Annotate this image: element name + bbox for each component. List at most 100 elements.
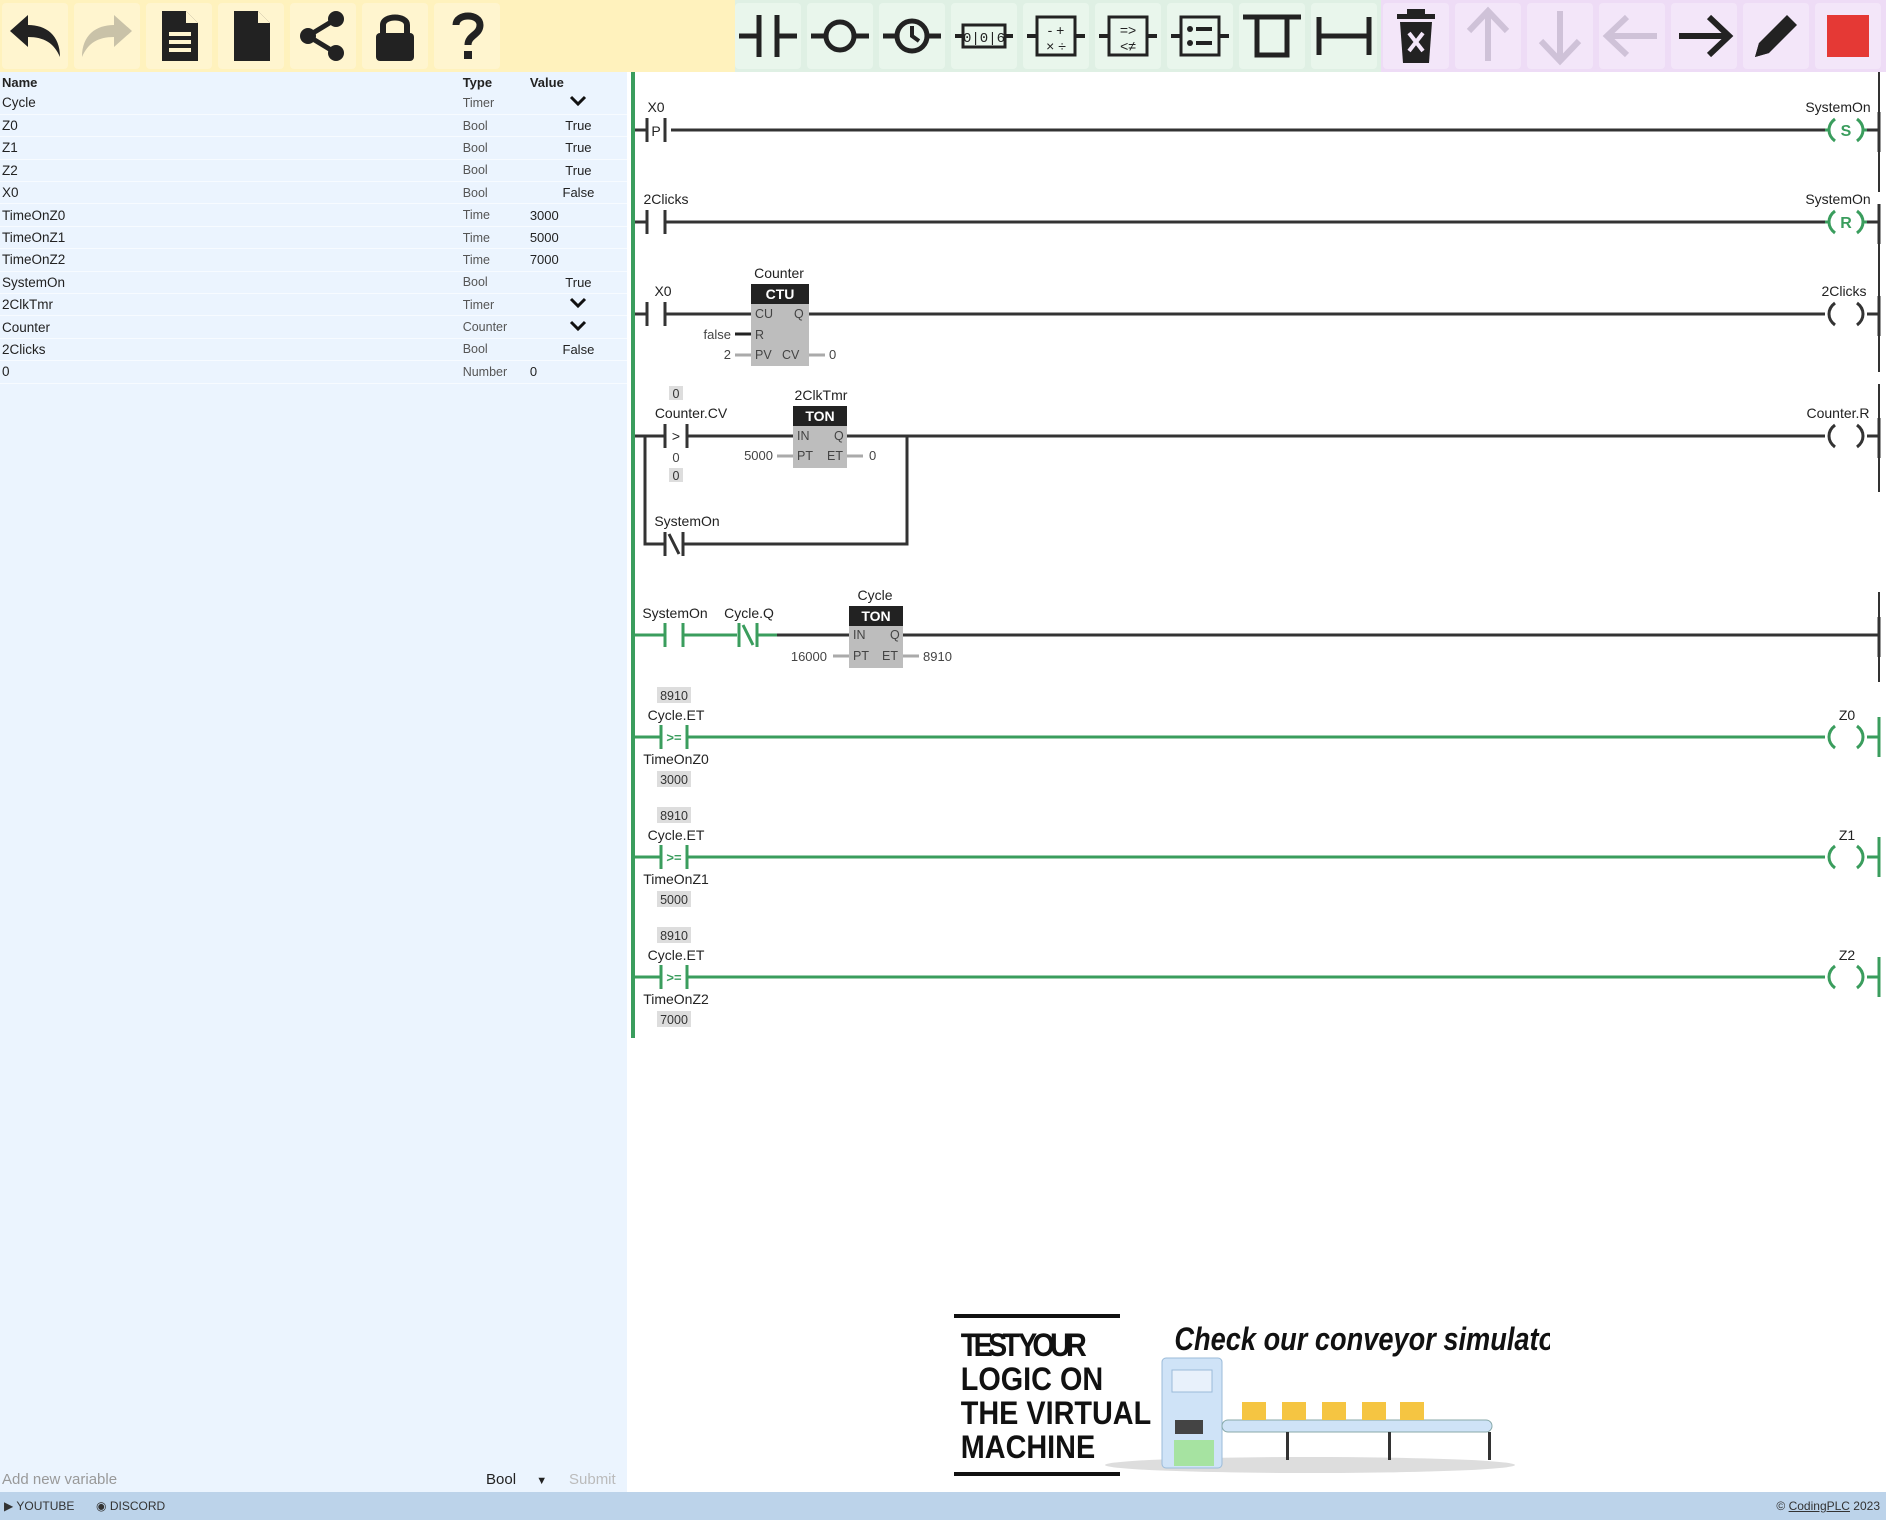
rung-3[interactable]: X0 Counter CTU CU Q R PV CV false 2 0 2C…: [635, 265, 1881, 366]
youtube-link[interactable]: ▶ YOUTUBE: [4, 1499, 74, 1513]
chevron-down-icon[interactable]: [569, 320, 587, 335]
help-button[interactable]: [434, 3, 500, 69]
variable-value[interactable]: True: [527, 136, 627, 160]
rung-4-coil[interactable]: [1827, 423, 1865, 449]
rung-2[interactable]: 2Clicks R SystemOn: [635, 191, 1881, 244]
chevron-down-icon[interactable]: [569, 95, 587, 110]
variable-row[interactable]: TimeOnZ1 Time 5000: [0, 226, 627, 250]
rung-1-coil-label: SystemOn: [1805, 99, 1870, 115]
rung-6[interactable]: 8910 Cycle.ET >= TimeOnZ0 3000 Z0: [635, 687, 1881, 787]
brand-link[interactable]: CodingPLC: [1789, 1499, 1850, 1513]
add-math-button[interactable]: - + × ÷: [1023, 3, 1089, 69]
new-variable-input[interactable]: Add new variable: [2, 1471, 117, 1488]
undo-button[interactable]: [2, 3, 68, 69]
redo-button[interactable]: [74, 3, 140, 69]
variable-value[interactable]: False: [527, 338, 627, 362]
list-icon: [1171, 15, 1229, 57]
variable-row[interactable]: TimeOnZ0 Time 3000: [0, 203, 627, 227]
rung-6-coil[interactable]: [1827, 724, 1865, 750]
variable-value[interactable]: 7000: [527, 248, 627, 272]
variable-row[interactable]: Z0 Bool True: [0, 114, 627, 138]
variable-value[interactable]: 0: [527, 360, 627, 384]
variable-value[interactable]: True: [527, 114, 627, 138]
variable-row[interactable]: Cycle Timer: [0, 92, 627, 115]
ton1-et-value: 0: [869, 448, 876, 463]
move-right-button[interactable]: [1671, 3, 1737, 69]
add-contact-button[interactable]: [735, 3, 801, 69]
variable-value[interactable]: True: [527, 159, 627, 183]
add-wire-button[interactable]: [1311, 3, 1377, 69]
rung-3-contact[interactable]: [645, 302, 667, 326]
ton-block-cycle[interactable]: TON IN Q PT ET: [849, 606, 903, 668]
rung-5[interactable]: SystemOn Cycle.Q Cycle TON IN Q PT ET 16…: [635, 587, 1881, 668]
variable-row[interactable]: Z2 Bool True: [0, 159, 627, 183]
variable-row[interactable]: 2ClkTmr Timer: [0, 293, 627, 317]
chevron-down-icon[interactable]: [569, 297, 587, 312]
rung-4[interactable]: 0 Counter.CV > 0 0 2ClkTmr TON IN Q PT E…: [635, 386, 1881, 556]
discord-link[interactable]: ◉ DISCORD: [96, 1499, 165, 1513]
rung-7[interactable]: 8910 Cycle.ET >= TimeOnZ1 5000 Z1: [635, 807, 1881, 907]
variable-value[interactable]: [527, 293, 627, 317]
variable-row[interactable]: Z1 Bool True: [0, 136, 627, 160]
rung-4-block-name: 2ClkTmr: [795, 387, 848, 403]
new-file-button[interactable]: [218, 3, 284, 69]
rung-7-ref: TimeOnZ1: [643, 871, 709, 887]
rung-3-coil-label: 2Clicks: [1821, 283, 1866, 299]
variable-row[interactable]: TimeOnZ2 Time 7000: [0, 248, 627, 272]
variable-row[interactable]: 2Clicks Bool False: [0, 338, 627, 362]
rung-7-coil[interactable]: [1827, 844, 1865, 870]
arrow-left-icon: [1602, 14, 1657, 58]
move-up-button[interactable]: [1455, 3, 1521, 69]
discord-link-label: DISCORD: [109, 1499, 166, 1513]
stop-icon: [1827, 15, 1869, 57]
add-coil-button[interactable]: [807, 3, 873, 69]
math-icon: - +× ÷: [1027, 15, 1085, 57]
move-left-button[interactable]: [1599, 3, 1665, 69]
add-list-button[interactable]: [1167, 3, 1233, 69]
youtube-icon: ▶: [4, 1499, 14, 1513]
rung-3-contact-label: X0: [654, 283, 671, 299]
branch-contact[interactable]: [663, 532, 685, 556]
ton-block-2clktmr[interactable]: TON IN Q PT ET: [793, 406, 847, 468]
compare-bottom-value: 0: [673, 469, 680, 483]
ton1-pin-in: IN: [797, 429, 810, 443]
rung-3-coil[interactable]: [1827, 301, 1865, 327]
add-compare-button[interactable]: => <≠: [1095, 3, 1161, 69]
variable-row[interactable]: X0 Bool False: [0, 181, 627, 205]
variable-type-value: Bool: [486, 1471, 517, 1488]
rung-5-contact2[interactable]: [737, 623, 759, 647]
variable-row[interactable]: 0 Number 0: [0, 360, 627, 384]
delete-button[interactable]: [1383, 3, 1449, 69]
variable-row[interactable]: SystemOn Bool True: [0, 271, 627, 295]
open-document-button[interactable]: [146, 3, 212, 69]
rung-6-variable: Cycle.ET: [648, 707, 705, 723]
conveyor-simulator-promo[interactable]: TEST YOUR LOGIC ON THE VIRTUAL MACHINE C…: [950, 1310, 1575, 1485]
variable-value[interactable]: 3000: [527, 203, 627, 227]
rung-1-contact-mark: P: [651, 123, 660, 139]
rung-8[interactable]: 8910 Cycle.ET >= TimeOnZ2 7000 Z2: [635, 927, 1881, 1027]
edit-button[interactable]: [1743, 3, 1809, 69]
ton2-block-type: TON: [861, 608, 890, 624]
rung-8-coil[interactable]: [1827, 964, 1865, 990]
rung-2-contact[interactable]: [645, 210, 667, 234]
add-counter-button[interactable]: 0|0|6: [951, 3, 1017, 69]
variable-value[interactable]: True: [527, 271, 627, 295]
variable-value[interactable]: False: [527, 181, 627, 205]
add-branch-button[interactable]: [1239, 3, 1305, 69]
ctu-block[interactable]: CTU CU Q R PV CV: [751, 284, 809, 366]
submit-button[interactable]: Submit: [569, 1471, 616, 1488]
variable-value[interactable]: 5000: [527, 226, 627, 250]
stop-button[interactable]: [1815, 3, 1881, 69]
add-timer-button[interactable]: [879, 3, 945, 69]
variable-type-select[interactable]: Bool ▼: [486, 1471, 547, 1488]
lock-button[interactable]: [362, 3, 428, 69]
variable-value[interactable]: [527, 92, 627, 115]
share-button[interactable]: [290, 3, 356, 69]
svg-text:<≠: <≠: [1120, 38, 1136, 54]
move-down-button[interactable]: [1527, 3, 1593, 69]
rung-1[interactable]: P X0 S SystemOn: [633, 99, 1881, 164]
ctu-pin-q: Q: [794, 307, 804, 321]
variable-value[interactable]: [527, 315, 627, 339]
variable-row[interactable]: Counter Counter: [0, 315, 627, 339]
rung-5-contact1[interactable]: [663, 623, 685, 647]
